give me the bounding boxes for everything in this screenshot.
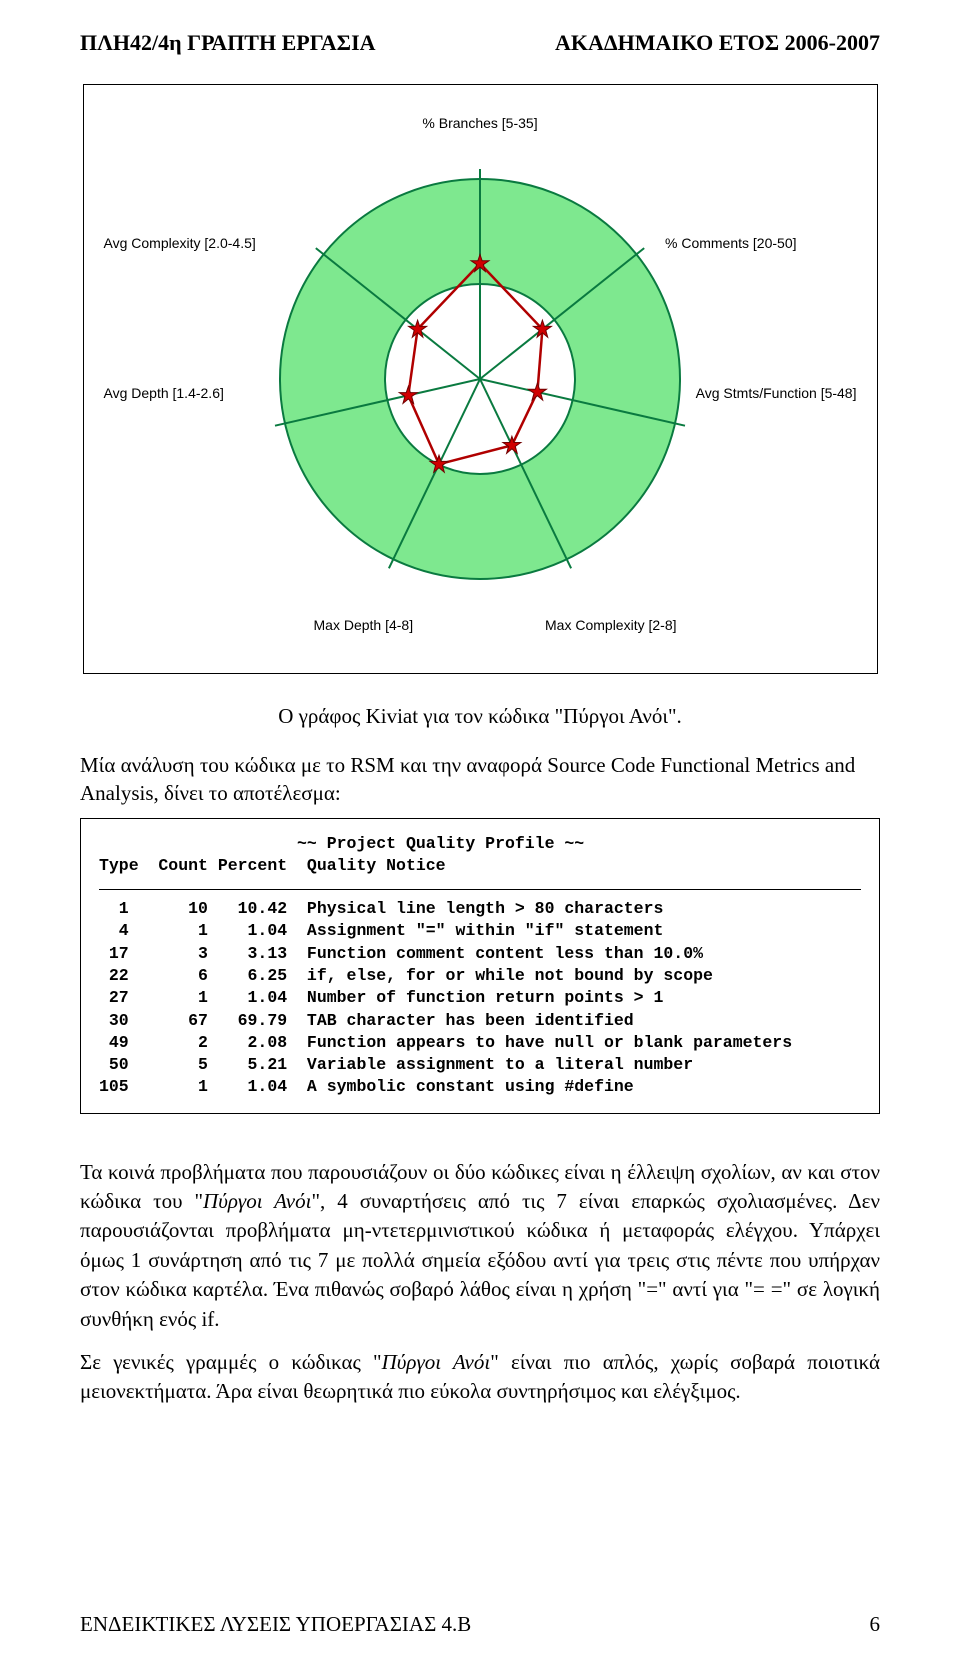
axis-label-avgdepth: Avg Depth [1.4-2.6] bbox=[104, 385, 224, 401]
axis-label-comments: % Comments [20-50] bbox=[665, 235, 797, 251]
metrics-row: 105 1 1.04 A symbolic constant using #de… bbox=[99, 1076, 861, 1098]
metrics-header: Type Count Percent Quality Notice bbox=[99, 855, 861, 877]
metrics-row: 22 6 6.25 if, else, for or while not bou… bbox=[99, 965, 861, 987]
kiviat-chart-frame: % Branches [5-35] % Comments [20-50] Avg… bbox=[83, 84, 878, 674]
paragraph-1: Τα κοινά προβλήματα που παρουσιάζουν οι … bbox=[80, 1158, 880, 1334]
page-header: ΠΛΗ42/4η ΓΡΑΠΤΗ ΕΡΓΑΣΙΑ ΑΚΑΔΗΜΑΙΚΟ ΕΤΟΣ … bbox=[80, 30, 880, 56]
metrics-title: ~~ Project Quality Profile ~~ bbox=[99, 833, 861, 855]
header-right: ΑΚΑΔΗΜΑΙΚΟ ΕΤΟΣ 2006-2007 bbox=[555, 30, 880, 56]
axis-label-maxcomplex: Max Complexity [2-8] bbox=[545, 617, 676, 633]
axis-label-avgcomplex: Avg Complexity [2.0-4.5] bbox=[104, 235, 256, 251]
kiviat-chart bbox=[250, 149, 710, 609]
metrics-row: 27 1 1.04 Number of function return poin… bbox=[99, 987, 861, 1009]
metrics-row: 1 10 10.42 Physical line length > 80 cha… bbox=[99, 898, 861, 920]
axis-label-maxdepth: Max Depth [4-8] bbox=[314, 617, 414, 633]
metrics-divider bbox=[99, 889, 861, 890]
metrics-row: 50 5 5.21 Variable assignment to a liter… bbox=[99, 1054, 861, 1076]
metrics-box: ~~ Project Quality Profile ~~ Type Count… bbox=[80, 818, 880, 1114]
italic-hanoi: Πύργοι Ανόι bbox=[203, 1189, 311, 1213]
axis-label-avgstmts: Avg Stmts/Function [5-48] bbox=[696, 385, 857, 401]
axis-label-branches: % Branches [5-35] bbox=[422, 115, 537, 131]
footer-page: 6 bbox=[870, 1612, 881, 1637]
metrics-row: 17 3 3.13 Function comment content less … bbox=[99, 943, 861, 965]
metrics-row: 30 67 69.79 TAB character has been ident… bbox=[99, 1010, 861, 1032]
lead-text: Μία ανάλυση του κώδικα με το RSM και την… bbox=[80, 751, 880, 808]
paragraph-2: Σε γενικές γραμμές ο κώδικας "Πύργοι Ανό… bbox=[80, 1348, 880, 1407]
chart-caption: Ο γράφος Kiviat για τον κώδικα "Πύργοι Α… bbox=[80, 704, 880, 729]
footer-left: ΕΝΔΕΙΚΤΙΚΕΣ ΛΥΣΕΙΣ ΥΠΟΕΡΓΑΣΙΑΣ 4.Β bbox=[80, 1612, 471, 1637]
metrics-row: 49 2 2.08 Function appears to have null … bbox=[99, 1032, 861, 1054]
metrics-row: 4 1 1.04 Assignment "=" within "if" stat… bbox=[99, 920, 861, 942]
page-footer: ΕΝΔΕΙΚΤΙΚΕΣ ΛΥΣΕΙΣ ΥΠΟΕΡΓΑΣΙΑΣ 4.Β 6 bbox=[80, 1612, 880, 1637]
header-left: ΠΛΗ42/4η ΓΡΑΠΤΗ ΕΡΓΑΣΙΑ bbox=[80, 30, 376, 56]
para2-part-a: Σε γενικές γραμμές ο κώδικας " bbox=[80, 1350, 382, 1374]
italic-hanoi: Πύργοι Ανόι bbox=[382, 1350, 491, 1374]
